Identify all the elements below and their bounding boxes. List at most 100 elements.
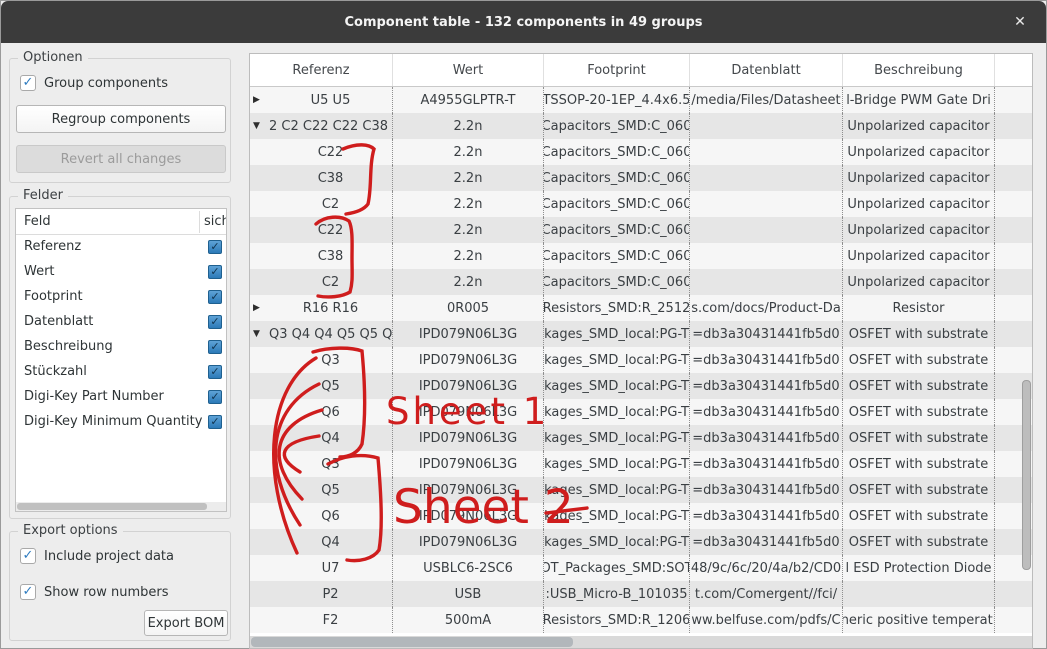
field-visible-checkbox[interactable]: ✓ (208, 365, 222, 379)
cell-referenz[interactable]: Q4 (250, 529, 393, 555)
cell-referenz[interactable]: U7 (250, 555, 393, 581)
cell-wert[interactable]: 2.2n (393, 243, 544, 269)
table-row[interactable]: U7USBLC6-2SC6OT_Packages_SMD:SOT48/9c/6c… (250, 555, 1032, 581)
table-row[interactable]: C222.2nCapacitors_SMD:C_060Unpolarized c… (250, 217, 1032, 243)
expander-collapsed-icon[interactable]: ▶ (253, 87, 269, 113)
field-row[interactable]: Digi-Key Part Number✓ (16, 385, 226, 410)
cell-datenblatt[interactable]: =db3a30431441fb5d0 (690, 503, 843, 529)
fields-list-hscrollbar[interactable] (16, 502, 226, 511)
cell-datenblatt[interactable]: =db3a30431441fb5d0 (690, 399, 843, 425)
field-visible-checkbox[interactable]: ✓ (208, 390, 222, 404)
cell-wert[interactable]: IPD079N06L3G (393, 373, 544, 399)
field-row[interactable]: Stückzahl✓ (16, 360, 226, 385)
cell-footprint[interactable]: TSSOP-20-1EP_4.4x6.5 (544, 87, 690, 113)
cell-referenz[interactable]: ▶U5 U5 (250, 87, 393, 113)
table-row[interactable]: C22.2nCapacitors_SMD:C_060Unpolarized ca… (250, 191, 1032, 217)
field-visible-checkbox[interactable]: ✓ (208, 315, 222, 329)
cell-footprint[interactable]: kages_SMD_local:PG-T (544, 399, 690, 425)
cell-beschreibung[interactable]: Unpolarized capacitor (843, 165, 995, 191)
cell-footprint[interactable]: Resistors_SMD:R_1206 (544, 607, 690, 633)
cell-datenblatt[interactable]: =db3a30431441fb5d0 (690, 477, 843, 503)
cell-beschreibung[interactable]: OSFET with substrate (843, 373, 995, 399)
cell-referenz[interactable]: Q3 (250, 451, 393, 477)
cell-referenz[interactable]: Q4 (250, 425, 393, 451)
cell-beschreibung[interactable]: Unpolarized capacitor (843, 269, 995, 295)
table-row[interactable]: Q6IPD079N06L3Gkages_SMD_local:PG-T=db3a3… (250, 399, 1032, 425)
cell-referenz[interactable]: F2 (250, 607, 393, 633)
cell-wert[interactable]: IPD079N06L3G (393, 529, 544, 555)
cell-footprint[interactable]: kages_SMD_local:PG-T (544, 451, 690, 477)
cell-datenblatt[interactable] (690, 165, 843, 191)
cell-footprint[interactable]: Capacitors_SMD:C_060 (544, 139, 690, 165)
field-row[interactable]: Footprint✓ (16, 285, 226, 310)
cell-footprint[interactable]: Capacitors_SMD:C_060 (544, 191, 690, 217)
cell-referenz[interactable]: C22 (250, 217, 393, 243)
cell-datenblatt[interactable]: =db3a30431441fb5d0 (690, 529, 843, 555)
table-row[interactable]: F2500mAResistors_SMD:R_1206ww.belfuse.co… (250, 607, 1032, 633)
cell-wert[interactable]: IPD079N06L3G (393, 503, 544, 529)
cell-beschreibung[interactable]: l-Bridge PWM Gate Dri (843, 87, 995, 113)
cell-datenblatt[interactable]: =db3a30431441fb5d0 (690, 347, 843, 373)
grid-hscroll-thumb[interactable] (251, 637, 573, 647)
cell-datenblatt[interactable]: s.com/docs/Product-Da (690, 295, 843, 321)
field-visible-checkbox[interactable]: ✓ (208, 340, 222, 354)
cell-wert[interactable]: IPD079N06L3G (393, 347, 544, 373)
cell-datenblatt[interactable]: /media/Files/Datasheet (690, 87, 843, 113)
cell-wert[interactable]: IPD079N06L3G (393, 399, 544, 425)
cell-footprint[interactable]: kages_SMD_local:PG-T (544, 503, 690, 529)
cell-beschreibung[interactable]: OSFET with substrate (843, 321, 995, 347)
include-project-data-checkbox[interactable]: ✓ (20, 548, 36, 564)
cell-datenblatt[interactable] (690, 139, 843, 165)
table-row[interactable]: Q6IPD079N06L3Gkages_SMD_local:PG-T=db3a3… (250, 503, 1032, 529)
cell-beschreibung[interactable]: Unpolarized capacitor (843, 243, 995, 269)
fields-list-hscroll-thumb[interactable] (17, 503, 207, 510)
cell-referenz[interactable]: Q6 (250, 399, 393, 425)
grid-hscrollbar[interactable] (250, 636, 1032, 648)
cell-footprint[interactable]: Capacitors_SMD:C_060 (544, 165, 690, 191)
cell-footprint[interactable]: kages_SMD_local:PG-T (544, 321, 690, 347)
table-row[interactable]: ▶R16 R160R005Resistors_SMD:R_2512s.com/d… (250, 295, 1032, 321)
cell-footprint[interactable]: Capacitors_SMD:C_060 (544, 243, 690, 269)
cell-wert[interactable]: 2.2n (393, 113, 544, 139)
table-row[interactable]: C22.2nCapacitors_SMD:C_060Unpolarized ca… (250, 269, 1032, 295)
cell-beschreibung[interactable]: Unpolarized capacitor (843, 139, 995, 165)
cell-footprint[interactable]: OT_Packages_SMD:SOT (544, 555, 690, 581)
table-row[interactable]: ▼2 C2 C22 C22 C38 C32.2nCapacitors_SMD:C… (250, 113, 1032, 139)
cell-footprint[interactable]: kages_SMD_local:PG-T (544, 373, 690, 399)
cell-beschreibung[interactable]: OSFET with substrate (843, 477, 995, 503)
show-row-numbers-checkbox[interactable]: ✓ (20, 584, 36, 600)
cell-referenz[interactable]: Q5 (250, 477, 393, 503)
cell-datenblatt[interactable]: =db3a30431441fb5d0 (690, 425, 843, 451)
cell-datenblatt[interactable]: =db3a30431441fb5d0 (690, 373, 843, 399)
field-row[interactable]: Digi-Key Minimum Quantity✓ (16, 410, 226, 435)
column-header-footprint[interactable]: Footprint (544, 54, 690, 86)
cell-beschreibung[interactable]: neric positive temperati (843, 607, 995, 633)
fields-header-field[interactable]: Feld (24, 214, 51, 229)
table-row[interactable]: Q3IPD079N06L3Gkages_SMD_local:PG-T=db3a3… (250, 347, 1032, 373)
table-row[interactable]: Q4IPD079N06L3Gkages_SMD_local:PG-T=db3a3… (250, 529, 1032, 555)
field-visible-checkbox[interactable]: ✓ (208, 240, 222, 254)
cell-footprint[interactable]: kages_SMD_local:PG-T (544, 347, 690, 373)
cell-datenblatt[interactable] (690, 217, 843, 243)
cell-wert[interactable]: IPD079N06L3G (393, 425, 544, 451)
expander-expanded-icon[interactable]: ▼ (253, 321, 269, 347)
cell-referenz[interactable]: C2 (250, 269, 393, 295)
table-row[interactable]: Q5IPD079N06L3Gkages_SMD_local:PG-T=db3a3… (250, 477, 1032, 503)
regroup-components-button[interactable]: Regroup components (16, 105, 226, 133)
close-icon[interactable]: ✕ (1010, 12, 1030, 32)
table-row[interactable]: C382.2nCapacitors_SMD:C_060Unpolarized c… (250, 243, 1032, 269)
cell-wert[interactable]: 500mA (393, 607, 544, 633)
cell-wert[interactable]: IPD079N06L3G (393, 477, 544, 503)
cell-wert[interactable]: 2.2n (393, 191, 544, 217)
cell-referenz[interactable]: ▼Q3 Q4 Q4 Q5 Q5 Q6 (250, 321, 393, 347)
cell-referenz[interactable]: Q3 (250, 347, 393, 373)
cell-wert[interactable]: 2.2n (393, 269, 544, 295)
cell-wert[interactable]: IPD079N06L3G (393, 321, 544, 347)
cell-beschreibung[interactable]: l ESD Protection Diode (843, 555, 995, 581)
cell-beschreibung[interactable]: OSFET with substrate (843, 503, 995, 529)
fields-header-visible[interactable]: sicht (204, 214, 227, 229)
table-row[interactable]: C222.2nCapacitors_SMD:C_060Unpolarized c… (250, 139, 1032, 165)
column-header-referenz[interactable]: Referenz (250, 54, 393, 86)
cell-datenblatt[interactable]: t.com/Comergent//fci/ (690, 581, 843, 607)
column-header-wert[interactable]: Wert (393, 54, 544, 86)
